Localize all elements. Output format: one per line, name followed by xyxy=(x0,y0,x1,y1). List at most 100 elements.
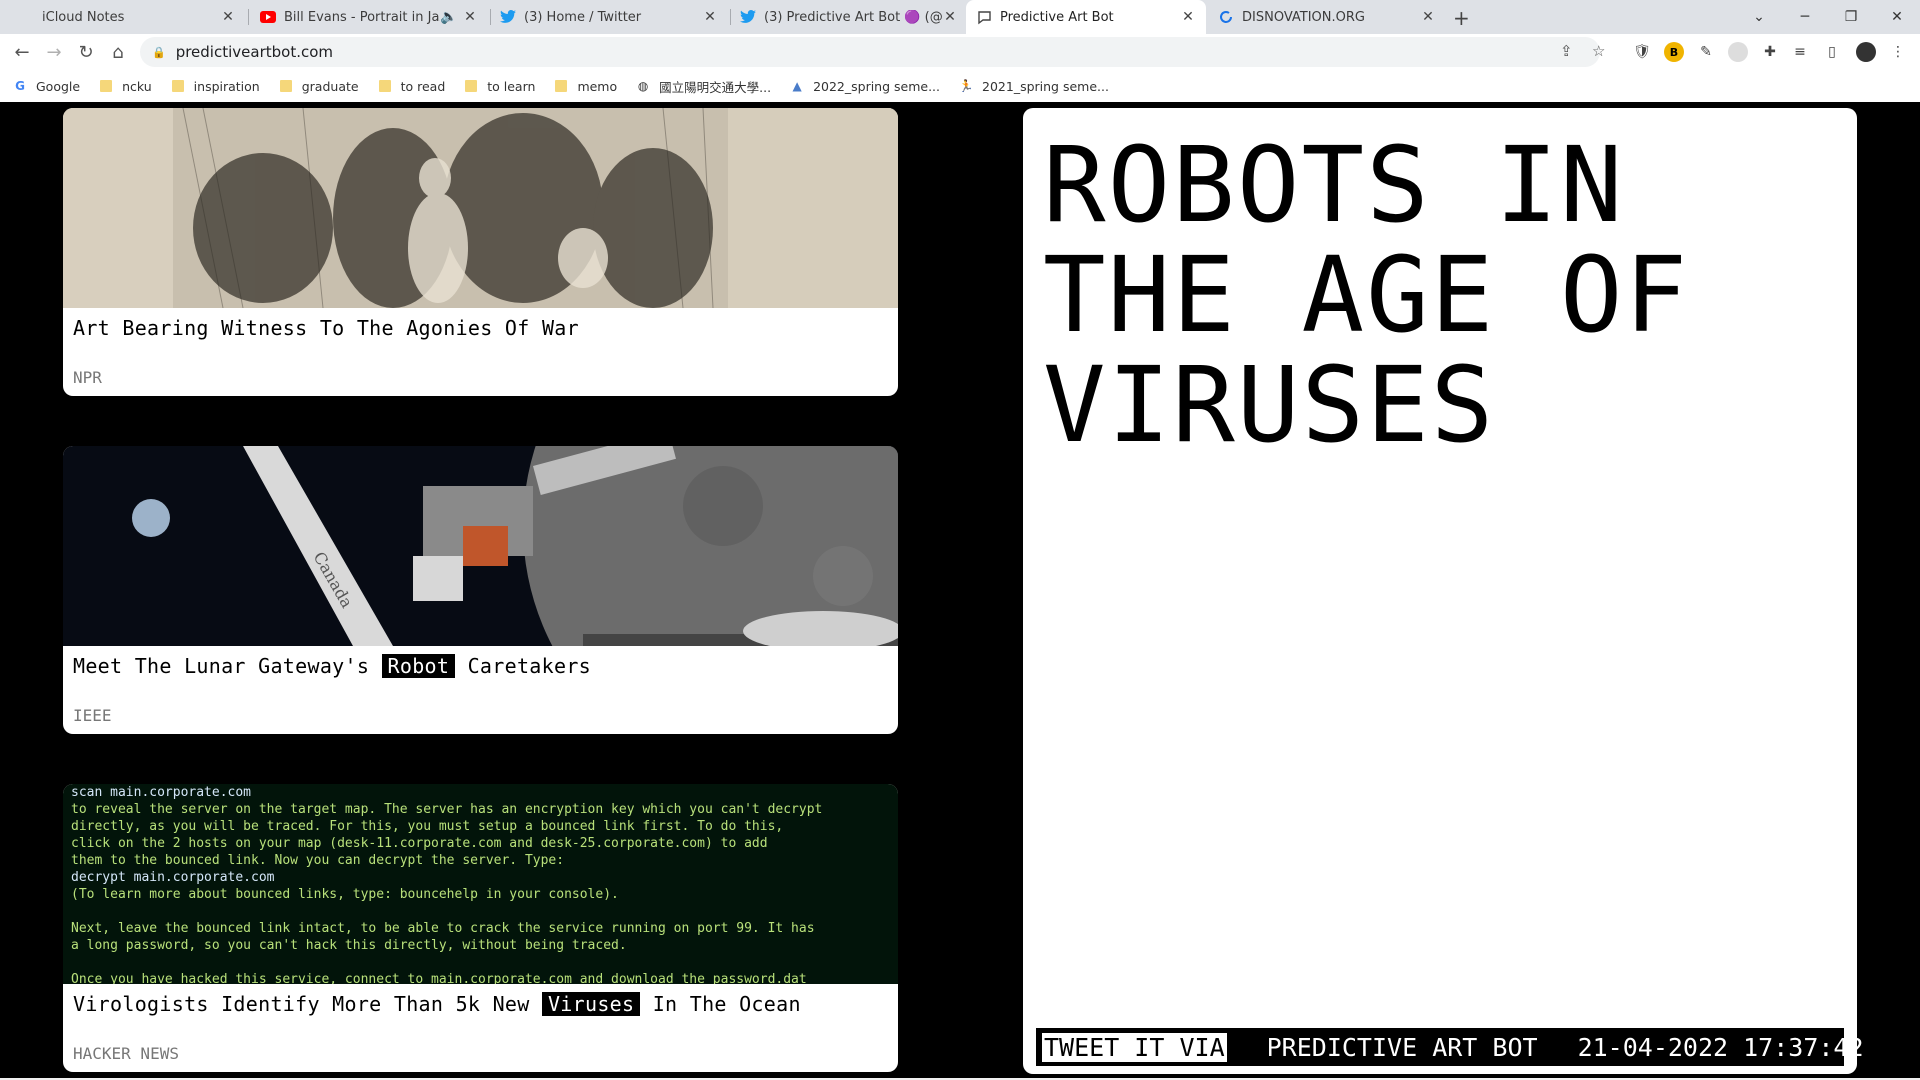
bookmarks-bar: G Google ncku inspiration graduate to rea… xyxy=(0,70,1920,102)
headline-text: Caretakers xyxy=(455,654,592,678)
bookmark-ncku[interactable]: ncku xyxy=(100,79,152,94)
extension-circle-icon[interactable] xyxy=(1728,42,1748,62)
tab-label: iCloud Notes xyxy=(42,9,125,25)
extension-shield-icon[interactable]: 🛡 xyxy=(1632,42,1652,62)
menu-kebab-icon[interactable]: ⋮ xyxy=(1888,42,1908,62)
bookmark-2021-spring[interactable]: 🏃 2021_spring seme... xyxy=(958,78,1109,94)
close-icon[interactable]: ✕ xyxy=(1420,9,1436,25)
share-icon[interactable]: ⇪ xyxy=(1560,42,1573,60)
bookmark-to-read[interactable]: to read xyxy=(378,78,446,94)
figure-icon: 🏃 xyxy=(958,79,974,93)
engraving-war-scene-image xyxy=(63,108,898,309)
space-station-illustration: Canada xyxy=(63,446,898,734)
card-source: NPR xyxy=(73,368,102,387)
bookmark-google[interactable]: G Google xyxy=(14,79,80,94)
terminal-line: a long password, so you can't hack this … xyxy=(71,938,627,953)
browser-chrome: iCloud Notes ✕ Bill Evans - Portrait in … xyxy=(0,0,1920,102)
address-bar[interactable]: 🔒 predictiveartbot.com xyxy=(140,37,1600,67)
bookmark-inspiration[interactable]: inspiration xyxy=(171,79,260,94)
keyword-highlight: Viruses xyxy=(541,992,641,1016)
headline-text: Virologists Identify More Than 5k New xyxy=(73,992,542,1016)
extensions-puzzle-icon[interactable]: ✚ xyxy=(1760,42,1780,62)
extension-eyedropper-icon[interactable]: ✎ xyxy=(1696,42,1716,62)
hacking-terminal-image: scan main.corporate.com to reveal the ser… xyxy=(63,784,898,984)
avatar[interactable] xyxy=(1856,42,1876,62)
home-button[interactable]: ⌂ xyxy=(104,38,132,66)
close-icon[interactable]: ✕ xyxy=(220,9,236,25)
news-card-npr[interactable]: Art Bearing Witness To The Agonies Of Wa… xyxy=(63,108,898,396)
minimize-button[interactable]: ─ xyxy=(1782,0,1828,34)
chat-bubble-icon xyxy=(976,9,992,25)
reading-list-icon[interactable]: ≡ xyxy=(1790,42,1810,62)
tweet-button[interactable]: TWEET IT VIA xyxy=(1042,1032,1227,1062)
card-headline[interactable]: Meet The Lunar Gateway's Robot Caretaker… xyxy=(73,654,591,678)
tab-label: Predictive Art Bot xyxy=(1000,9,1114,25)
news-card-hacker-news[interactable]: scan main.corporate.com to reveal the ser… xyxy=(63,784,898,1072)
bookmark-label: to read xyxy=(400,78,446,94)
tab-label: (3) Home / Twitter xyxy=(524,9,642,25)
bookmark-label: to learn xyxy=(487,78,536,94)
brand-name: PREDICTIVE ART BOT xyxy=(1266,1032,1538,1062)
tab-label: DISNOVATION.ORG xyxy=(1242,9,1365,25)
folder-icon xyxy=(555,80,568,92)
apple-icon xyxy=(18,9,34,25)
restore-button[interactable]: ❐ xyxy=(1828,0,1874,34)
bookmark-graduate[interactable]: graduate xyxy=(279,78,359,94)
tab-bill-evans[interactable]: Bill Evans - Portrait in Jazz ( 🔈 ✕ xyxy=(250,0,488,34)
bookmark-to-learn[interactable]: to learn xyxy=(465,79,535,94)
url-text: predictiveartbot.com xyxy=(175,43,334,61)
drive-icon: ▲ xyxy=(792,79,802,93)
browser-toolbar: ← → ↻ ⌂ 🔒 predictiveartbot.com ⇪ ☆ 🛡 B ✎… xyxy=(0,34,1920,70)
art-prompt-poster: ROBOTS IN THE AGE OF VIRUSES TWEET IT VI… xyxy=(1023,108,1864,1074)
poster-title: ROBOTS IN THE AGE OF VIRUSES xyxy=(1043,124,1690,466)
tab-label: (3) Predictive Art Bot 🟣 (@pre xyxy=(764,9,942,25)
headline-text: In The Ocean xyxy=(640,992,801,1016)
timestamp: 21-04-2022 17:37:42 xyxy=(1577,1032,1864,1062)
terminal-line: directly, as you will be traced. For thi… xyxy=(71,819,784,834)
extension-b-icon[interactable]: B xyxy=(1664,42,1684,62)
bookmark-star-icon[interactable]: ☆ xyxy=(1592,42,1605,60)
terminal-line: Next, leave the bounced link intact, to … xyxy=(71,921,815,936)
tab-twitter-predictive-art-bot[interactable]: (3) Predictive Art Bot 🟣 (@pre ✕ xyxy=(730,0,968,34)
side-panel-icon[interactable]: ▯ xyxy=(1822,42,1842,62)
bookmark-memo[interactable]: memo xyxy=(555,79,617,94)
poster-footer-bar: TWEET IT VIA PREDICTIVE ART BOT 21-04-20… xyxy=(1036,1028,1864,1066)
tab-predictive-art-bot[interactable]: Predictive Art Bot ✕ xyxy=(966,0,1206,34)
tab-disnovation[interactable]: DISNOVATION.ORG ✕ xyxy=(1208,0,1446,34)
close-icon[interactable]: ✕ xyxy=(1180,9,1196,25)
google-icon: G xyxy=(15,79,25,93)
card-source: HACKER NEWS xyxy=(73,1044,179,1063)
bookmark-label: 2021_spring seme... xyxy=(982,78,1109,94)
news-card-ieee[interactable]: Canada Meet The Lunar Gateway's Robot Ca… xyxy=(63,446,898,734)
terminal-line: scan main.corporate.com xyxy=(71,785,252,800)
bookmark-label: graduate xyxy=(301,78,359,94)
tab-search-icon[interactable]: ⌄ xyxy=(1736,0,1782,34)
tab-strip: iCloud Notes ✕ Bill Evans - Portrait in … xyxy=(0,0,1920,34)
close-icon[interactable]: ✕ xyxy=(702,9,718,25)
reload-button[interactable]: ↻ xyxy=(72,38,100,66)
forward-button[interactable]: → xyxy=(40,38,68,66)
terminal-line: to reveal the server on the target map. … xyxy=(71,802,823,817)
bookmark-label: 2022_spring seme... xyxy=(813,78,941,94)
close-icon[interactable]: ✕ xyxy=(462,9,478,25)
tab-twitter-home[interactable]: (3) Home / Twitter ✕ xyxy=(490,0,728,34)
close-icon[interactable]: ✕ xyxy=(942,9,958,25)
card-headline[interactable]: Virologists Identify More Than 5k New Vi… xyxy=(73,992,801,1016)
card-headline[interactable]: Art Bearing Witness To The Agonies Of Wa… xyxy=(73,316,579,340)
headline-text: Art Bearing Witness To The Agonies Of Wa… xyxy=(73,316,579,340)
terminal-line: (To learn more about bounced links, type… xyxy=(71,887,619,902)
lock-icon: 🔒 xyxy=(152,45,166,59)
back-button[interactable]: ← xyxy=(8,38,36,66)
tab-icloud-notes[interactable]: iCloud Notes ✕ xyxy=(8,0,246,34)
bookmark-nycu[interactable]: ◍ 國立陽明交通大學... xyxy=(637,77,771,96)
globe-icon: ◍ xyxy=(637,79,649,93)
window-close-button[interactable]: ✕ xyxy=(1874,0,1920,34)
bookmark-label: memo xyxy=(577,78,618,94)
terminal-line: decrypt main.corporate.com xyxy=(71,870,275,885)
speaker-icon[interactable]: 🔈 xyxy=(440,9,457,25)
new-tab-button[interactable]: + xyxy=(1453,6,1470,30)
bookmark-2022-spring[interactable]: ▲ 2022_spring seme... xyxy=(791,79,940,94)
terminal-line: Once you have hacked this service, conne… xyxy=(71,972,807,984)
